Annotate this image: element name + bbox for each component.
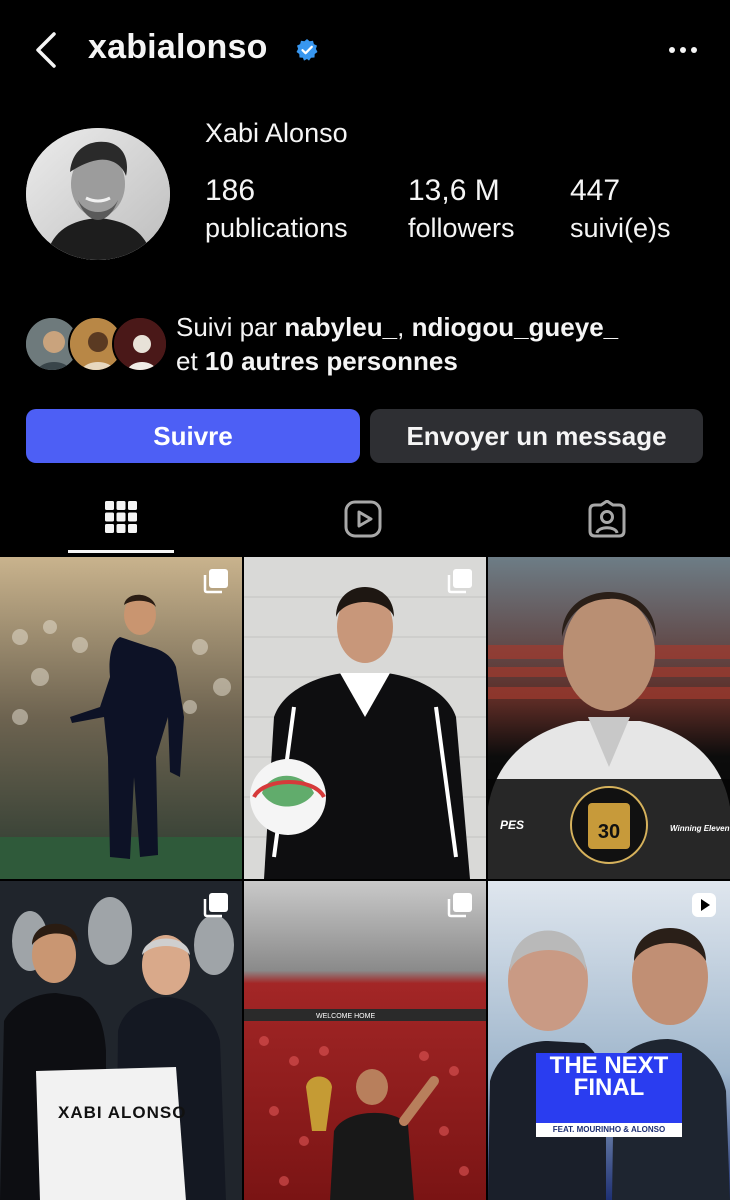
reels-icon: [344, 500, 382, 538]
tagged-icon: [588, 500, 626, 538]
stat-following-label: suivi(e)s: [570, 213, 671, 243]
grid-icon: [105, 501, 137, 533]
stat-posts-value: 186: [205, 174, 256, 207]
carousel-icon: [203, 893, 228, 918]
profile-avatar[interactable]: [26, 128, 170, 260]
tab-tagged[interactable]: [554, 492, 660, 554]
reels-icon: [692, 893, 716, 917]
post-thumbnail[interactable]: THE NEXT FINAL FEAT. MOURINHO & ALONSO: [488, 881, 730, 1200]
carousel-icon: [203, 569, 228, 594]
follow-button[interactable]: Suivre: [26, 409, 360, 463]
profile-header: xabialonso: [0, 0, 730, 100]
stat-posts-label: publications: [205, 213, 348, 243]
mutual-separator: ,: [397, 312, 412, 342]
post-thumbnail[interactable]: 30 PES Winning Eleven: [488, 557, 730, 879]
stat-followers-value: 13,6 M: [408, 174, 500, 207]
verified-badge-icon: [296, 39, 318, 61]
profile-full-name: Xabi Alonso: [205, 118, 348, 148]
stat-following[interactable]: 447 suivi(e)s: [570, 172, 671, 246]
svg-text:Winning Eleven: Winning Eleven: [670, 824, 730, 833]
post-thumbnail[interactable]: [244, 557, 486, 879]
post-overlay-text: WELCOME HOME: [316, 1013, 376, 1020]
more-horizontal-icon[interactable]: [666, 36, 700, 64]
followed-by-and: et: [176, 346, 205, 376]
mutual-followers-text[interactable]: Suivi par nabyleu_, ndiogou_gueye_ et 10…: [176, 310, 706, 378]
post-overlay-text: XABI ALONSO: [58, 1103, 187, 1122]
stat-followers-label: followers: [408, 213, 515, 243]
carousel-icon: [447, 569, 472, 594]
mutual-avatar: [112, 316, 168, 372]
stat-following-value: 447: [570, 174, 621, 207]
chevron-left-icon[interactable]: [30, 30, 62, 70]
active-tab-indicator: [68, 550, 174, 553]
mutual-user-1[interactable]: nabyleu_: [284, 312, 397, 342]
mutual-user-2[interactable]: ndiogou_gueye_: [412, 312, 619, 342]
svg-text:PES: PES: [500, 818, 524, 832]
mutual-others-count[interactable]: 10 autres personnes: [205, 346, 458, 376]
post-thumbnail[interactable]: XABI ALONSO: [0, 881, 242, 1200]
tab-reels[interactable]: [310, 492, 416, 554]
stat-posts[interactable]: 186 publications: [205, 172, 348, 246]
post-thumbnail[interactable]: WELCOME HOME: [244, 881, 486, 1200]
followed-by-prefix: Suivi par: [176, 312, 285, 342]
post-overlay-subtext: FEAT. MOURINHO & ALONSO: [552, 1125, 666, 1134]
carousel-icon: [447, 893, 472, 918]
stat-followers[interactable]: 13,6 M followers: [408, 172, 515, 246]
mutual-followers-avatars[interactable]: [24, 316, 174, 374]
profile-username: xabialonso: [88, 28, 268, 66]
post-overlay-text: THE NEXT FINAL: [549, 1052, 669, 1101]
post-thumbnail[interactable]: [0, 557, 242, 879]
svg-text:30: 30: [598, 821, 620, 843]
tab-posts-grid[interactable]: [68, 492, 174, 554]
posts-grid: 30 PES Winning Eleven XABI ALONSO WELCOM…: [0, 557, 730, 1200]
message-button[interactable]: Envoyer un message: [370, 409, 703, 463]
